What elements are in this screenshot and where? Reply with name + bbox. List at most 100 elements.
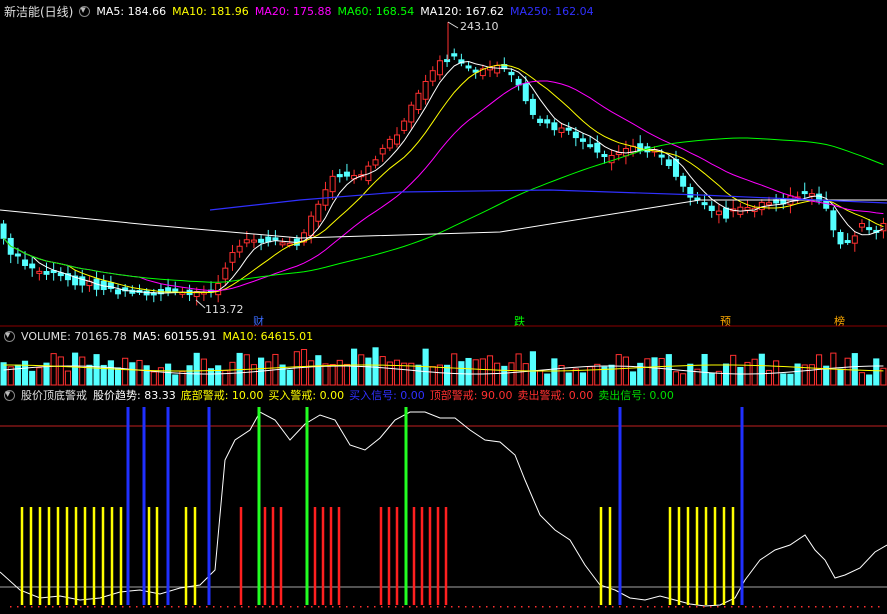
candle-body xyxy=(537,118,544,123)
baseline-dot xyxy=(451,606,453,608)
baseline-dot xyxy=(626,606,628,608)
baseline-dot xyxy=(500,606,502,608)
volume-bar xyxy=(93,354,100,386)
volume-bar xyxy=(722,363,730,386)
candle-body xyxy=(451,53,458,57)
volume-bar xyxy=(57,356,64,386)
candle-body xyxy=(837,232,844,245)
baseline-dot xyxy=(696,606,698,608)
candle-body xyxy=(851,235,858,244)
volume-bar xyxy=(50,353,57,386)
volume-bar xyxy=(765,369,773,386)
candle-body xyxy=(14,253,21,257)
candle-body xyxy=(436,60,443,76)
baseline-dot xyxy=(675,606,677,608)
volume-bar xyxy=(608,364,615,386)
baseline-dot xyxy=(598,606,600,608)
volume-bar xyxy=(680,373,687,386)
baseline-dot xyxy=(759,606,761,608)
volume-bar xyxy=(0,362,7,386)
volume-bar xyxy=(265,361,272,386)
candle-body xyxy=(465,65,472,69)
baseline-dot xyxy=(199,606,201,608)
volume-bar xyxy=(64,370,72,386)
volume-bar xyxy=(200,358,207,386)
volume-bar xyxy=(172,374,179,386)
candle-body xyxy=(723,207,730,219)
candlestick-panel xyxy=(0,21,887,309)
volume-bar xyxy=(136,359,143,386)
baseline-dot xyxy=(584,606,586,608)
volume-bar xyxy=(536,370,544,386)
baseline-dot xyxy=(738,606,740,608)
volume-bar xyxy=(79,356,86,386)
baseline-dot xyxy=(605,606,607,608)
baseline-dot xyxy=(24,606,26,608)
baseline-dot xyxy=(710,606,712,608)
candle-body xyxy=(594,142,601,153)
volume-bar xyxy=(615,354,622,386)
chart-canvas[interactable] xyxy=(0,0,887,614)
volume-bar xyxy=(393,359,401,386)
volume-bar xyxy=(472,359,479,386)
volume-bar xyxy=(730,354,737,386)
volume-bar xyxy=(866,374,873,386)
baseline-dot xyxy=(752,606,754,608)
baseline-dot xyxy=(437,606,439,608)
candle-body xyxy=(372,159,379,166)
volume-bar xyxy=(107,360,114,386)
candle-body xyxy=(515,78,522,86)
candle-body xyxy=(715,210,722,216)
baseline-dot xyxy=(367,606,369,608)
baseline-dot xyxy=(703,606,705,608)
volume-bar xyxy=(286,369,293,386)
volume-bar xyxy=(315,355,322,386)
baseline-dot xyxy=(52,606,54,608)
baseline-dot xyxy=(129,606,131,608)
baseline-dot xyxy=(423,606,425,608)
volume-bar xyxy=(429,366,436,386)
volume-bar xyxy=(522,363,529,386)
baseline-dot xyxy=(206,606,208,608)
baseline-dot xyxy=(136,606,138,608)
volume-bar xyxy=(215,365,222,386)
baseline-dot xyxy=(619,606,621,608)
baseline-dot xyxy=(213,606,215,608)
candle-body xyxy=(444,59,451,63)
baseline-dot xyxy=(577,606,579,608)
ma5-line xyxy=(3,61,884,294)
baseline-dot xyxy=(766,606,768,608)
volume-bar xyxy=(372,347,379,386)
volume-bar xyxy=(329,363,336,386)
candle-body xyxy=(22,259,29,266)
candle-body xyxy=(744,206,751,211)
baseline-dot xyxy=(549,606,551,608)
volume-bar xyxy=(572,368,579,386)
trend-line xyxy=(0,411,887,607)
volume-bar xyxy=(193,352,200,386)
volume-bar xyxy=(14,364,21,386)
baseline-dot xyxy=(717,606,719,608)
volume-bar xyxy=(143,365,150,386)
baseline-dot xyxy=(17,606,19,608)
baseline-dot xyxy=(591,606,593,608)
baseline-dot xyxy=(815,606,817,608)
volume-bar xyxy=(308,360,315,386)
candle-body xyxy=(165,287,172,292)
baseline-dot xyxy=(31,606,33,608)
baseline-dot xyxy=(542,606,544,608)
candle-body xyxy=(379,147,386,155)
baseline-dot xyxy=(262,606,264,608)
volume-bar xyxy=(250,364,258,386)
baseline-dot xyxy=(528,606,530,608)
baseline-dot xyxy=(87,606,89,608)
volume-bar xyxy=(129,362,136,386)
baseline-dot xyxy=(822,606,824,608)
baseline-dot xyxy=(283,606,285,608)
baseline-dot xyxy=(269,606,271,608)
volume-bar xyxy=(379,356,386,386)
volume-bar xyxy=(508,362,515,386)
volume-bar xyxy=(365,357,372,386)
baseline-dot xyxy=(801,606,803,608)
baseline-dot xyxy=(514,606,516,608)
